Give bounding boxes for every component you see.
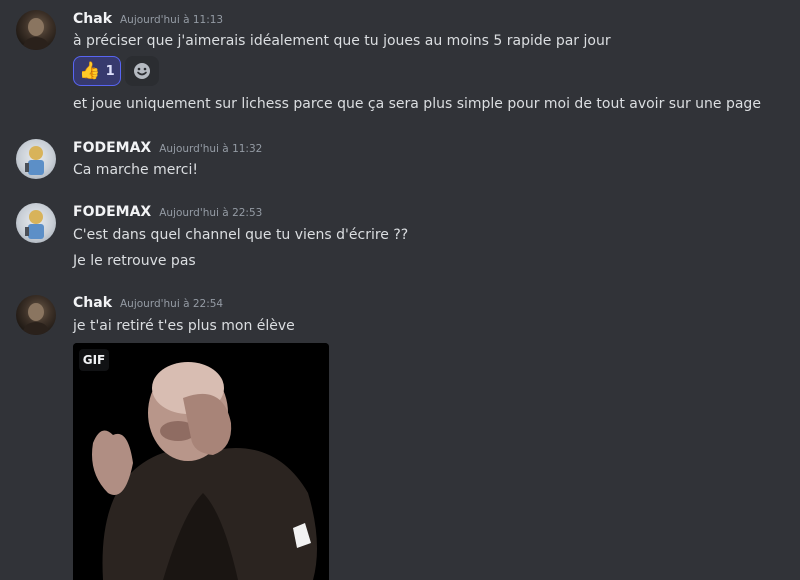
- message-header: Chak Aujourd'hui à 22:54: [73, 295, 223, 311]
- gif-attachment[interactable]: GIF: [73, 343, 329, 580]
- message-text: je t'ai retiré t'es plus mon élève: [73, 318, 295, 334]
- add-reaction-button[interactable]: [125, 56, 159, 86]
- avatar-fodemax[interactable]: [16, 139, 56, 179]
- message-text: Ca marche merci!: [73, 162, 199, 178]
- avatar-image: [22, 18, 50, 50]
- thumbs-up-icon: 👍: [79, 61, 101, 81]
- username[interactable]: Chak: [73, 11, 112, 27]
- message-header: Chak Aujourd'hui à 11:13: [73, 11, 223, 27]
- message-text: C'est dans quel channel que tu viens d'é…: [73, 227, 409, 243]
- message-text: Je le retrouve pas: [73, 253, 196, 269]
- timestamp[interactable]: Aujourd'hui à 22:54: [120, 298, 223, 310]
- avatar-fodemax[interactable]: [16, 203, 56, 243]
- timestamp[interactable]: Aujourd'hui à 11:32: [159, 143, 262, 155]
- message-text: à préciser que j'aimerais idéalement que…: [73, 33, 611, 49]
- message-header: FODEMAX Aujourd'hui à 11:32: [73, 140, 262, 156]
- add-reaction-icon: [134, 63, 150, 79]
- avatar-image: [25, 210, 44, 239]
- message-text: et joue uniquement sur lichess parce que…: [73, 96, 761, 112]
- gif-image: [73, 343, 329, 580]
- gif-badge: GIF: [79, 349, 109, 371]
- avatar-chak[interactable]: [16, 10, 56, 50]
- avatar-image: [22, 303, 50, 335]
- chat-message-list: Chak Aujourd'hui à 11:13 à préciser que …: [0, 0, 800, 580]
- username[interactable]: Chak: [73, 295, 112, 311]
- username[interactable]: FODEMAX: [73, 140, 151, 156]
- username[interactable]: FODEMAX: [73, 204, 151, 220]
- avatar-image: [25, 146, 44, 175]
- reaction-thumbs-up[interactable]: 👍 1: [73, 56, 121, 86]
- reaction-count: 1: [105, 63, 115, 79]
- message-header: FODEMAX Aujourd'hui à 22:53: [73, 204, 262, 220]
- avatar-chak[interactable]: [16, 295, 56, 335]
- timestamp[interactable]: Aujourd'hui à 11:13: [120, 14, 223, 26]
- reactions-bar: 👍 1: [73, 56, 159, 86]
- timestamp[interactable]: Aujourd'hui à 22:53: [159, 207, 262, 219]
